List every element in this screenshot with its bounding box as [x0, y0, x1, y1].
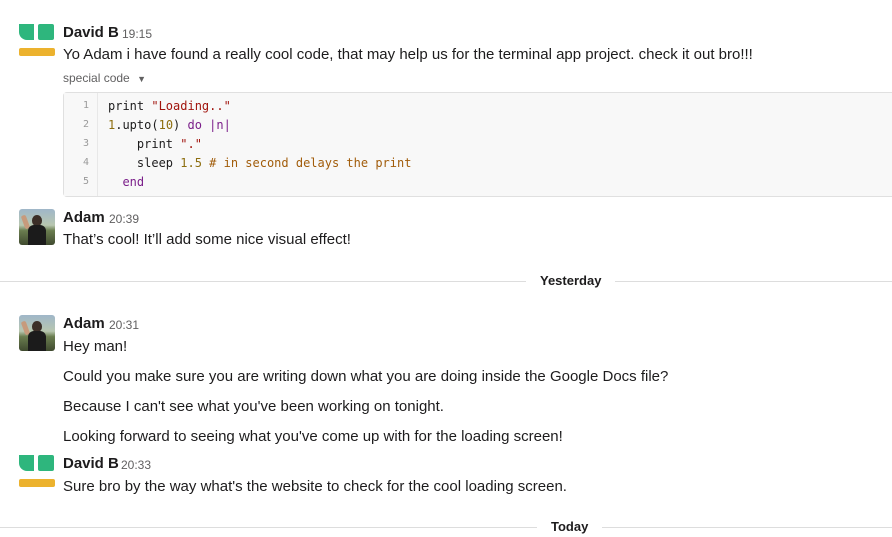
avatar-david[interactable] — [19, 24, 55, 60]
avatar-adam[interactable] — [19, 315, 55, 351]
code-token: sleep — [108, 156, 181, 170]
code-token: print — [108, 137, 181, 151]
code-line: end — [108, 175, 144, 189]
avatar-shape-left — [19, 24, 34, 40]
message-text: That’s cool! It’ll add some nice visual … — [63, 231, 351, 248]
timestamp[interactable]: 20:33 — [121, 458, 151, 472]
code-string: "Loading.." — [151, 99, 231, 113]
code-token: .upto( — [115, 118, 159, 132]
line-number-gutter: 1 2 3 4 5 — [64, 93, 98, 196]
line-number: 2 — [82, 119, 89, 130]
author-name[interactable]: Adam — [63, 209, 105, 226]
avatar-photo-part — [28, 331, 46, 351]
snippet-title[interactable]: special code ▼ — [63, 71, 146, 85]
avatar-photo-part — [28, 225, 46, 245]
avatar-shape-right — [38, 24, 54, 40]
line-number: 4 — [82, 157, 89, 168]
avatar-adam[interactable] — [19, 209, 55, 245]
date-divider-today[interactable]: Today — [537, 519, 603, 534]
code-token: print — [108, 99, 152, 113]
timestamp[interactable]: 19:15 — [122, 27, 152, 41]
message-text: Sure bro by the way what's the website t… — [63, 478, 567, 495]
avatar-david[interactable] — [19, 455, 55, 491]
line-number: 3 — [82, 138, 89, 149]
code-number: 10 — [158, 118, 174, 132]
message-text: Yo Adam i have found a really cool code,… — [63, 46, 753, 63]
code-snippet[interactable]: 1 2 3 4 5 print "Loading.." 1.upto(10) d… — [63, 92, 892, 197]
code-line: print "Loading.." — [108, 99, 231, 113]
message-text: Hey man! — [63, 338, 128, 355]
code-keyword: do — [187, 118, 202, 132]
code-number: 1.5 — [180, 156, 202, 170]
code-line: sleep 1.5 # in second delays the print — [108, 156, 412, 170]
code-token: ) — [173, 118, 188, 132]
avatar-shape-right — [38, 455, 54, 471]
code-keyword: end — [108, 175, 145, 189]
author-name[interactable]: David B — [63, 455, 119, 472]
message-text: Because I can't see what you've been wor… — [63, 398, 444, 415]
code-line: print "." — [108, 137, 202, 151]
avatar-shape-bar — [19, 479, 55, 487]
avatar-shape-bar — [19, 48, 55, 56]
date-divider-yesterday[interactable]: Yesterday — [526, 273, 616, 288]
caret-down-icon[interactable]: ▼ — [137, 74, 146, 84]
date-divider-line — [0, 281, 892, 282]
code-token: |n| — [201, 118, 231, 132]
timestamp[interactable]: 20:39 — [109, 212, 139, 226]
timestamp[interactable]: 20:31 — [109, 318, 139, 332]
line-number: 1 — [82, 100, 89, 111]
snippet-label-text: special code — [63, 71, 130, 85]
date-divider-line — [0, 527, 892, 528]
author-name[interactable]: Adam — [63, 315, 105, 332]
code-string: "." — [180, 137, 202, 151]
code-line: 1.upto(10) do |n| — [108, 118, 231, 132]
author-name[interactable]: David B — [63, 24, 119, 41]
line-number: 5 — [82, 176, 89, 187]
avatar-shape-left — [19, 455, 34, 471]
message-text: Could you make sure you are writing down… — [63, 368, 669, 385]
code-comment: # in second delays the print — [201, 156, 412, 170]
message-text: Looking forward to seeing what you've co… — [63, 428, 563, 445]
